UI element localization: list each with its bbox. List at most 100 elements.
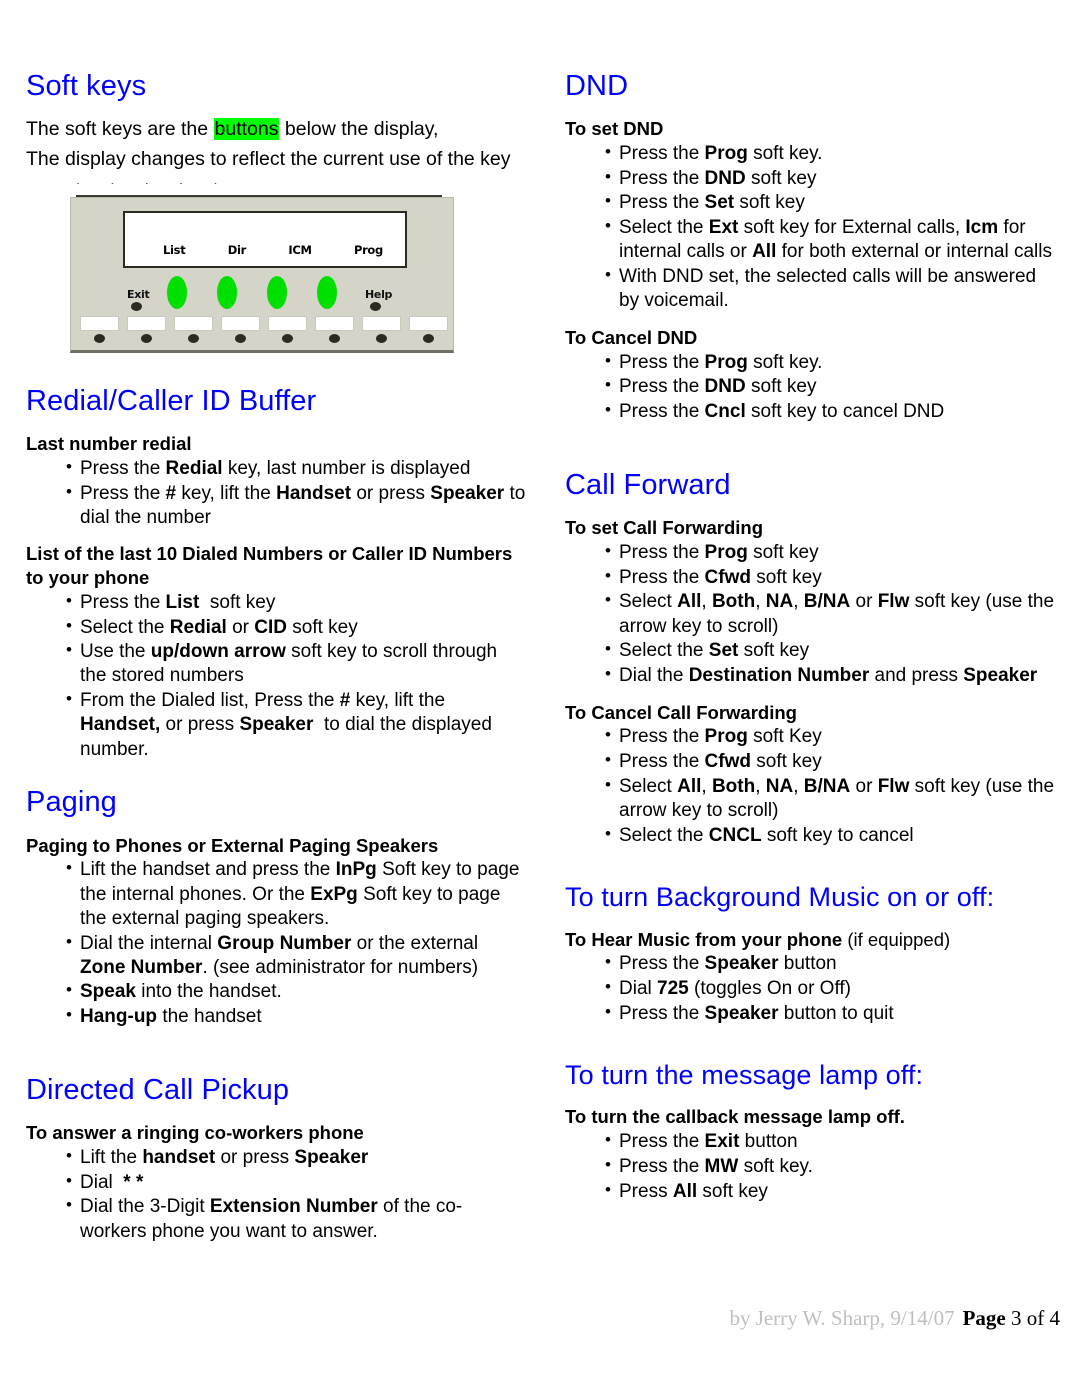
list-item: Press the Speaker button to quit bbox=[605, 1001, 1061, 1026]
section-redial-caller-id: Redial/Caller ID Buffer Last number redi… bbox=[26, 385, 526, 762]
list-cancel-call-forwarding: Press the Prog soft KeyPress the Cfwd so… bbox=[565, 724, 1061, 848]
phone-bottom-key-8 bbox=[409, 315, 448, 331]
list-item: Press the Cfwd soft key bbox=[605, 565, 1061, 590]
phone-green-softkey-1 bbox=[167, 275, 187, 309]
list-dialed-numbers: Press the List soft keySelect the Redial… bbox=[26, 590, 526, 762]
phone-bottom-key-5 bbox=[268, 315, 307, 331]
phone-bottom-led-1 bbox=[94, 333, 105, 343]
phone-help-led bbox=[370, 301, 381, 311]
list-background-music: Press the Speaker buttonDial 725 (toggle… bbox=[565, 951, 1061, 1026]
list-item: Dial the 3-Digit Extension Number of the… bbox=[66, 1194, 526, 1243]
list-item: Hang-up the handset bbox=[66, 1004, 526, 1029]
phone-green-softkey-2 bbox=[217, 275, 237, 309]
phone-display-softkey-labels: List Dir ICM Prog bbox=[163, 243, 383, 257]
phone-body: List Dir ICM Prog Exit Help bbox=[70, 196, 454, 353]
list-item: Press the Cncl soft key to cancel DND bbox=[605, 399, 1061, 424]
list-item: Dial the Destination Number and press Sp… bbox=[605, 663, 1061, 688]
soft-keys-text-before: The soft keys are the bbox=[26, 118, 214, 141]
list-item: Press the Cfwd soft key bbox=[605, 749, 1061, 774]
soft-keys-text-after: below the display, bbox=[279, 118, 439, 141]
page-footer: by Jerry W. Sharp, 9/14/07 Page 3 of 4 bbox=[0, 1306, 1060, 1331]
section-message-lamp: To turn the message lamp off: To turn th… bbox=[565, 1060, 1061, 1203]
phone-bottom-key-4 bbox=[221, 315, 260, 331]
section-call-forward: Call Forward To set Call Forwarding Pres… bbox=[565, 469, 1061, 848]
subheading-hear-music: To Hear Music from your phone (if equipp… bbox=[565, 928, 1061, 952]
list-item: With DND set, the selected calls will be… bbox=[605, 264, 1061, 313]
phone-bottom-key-6 bbox=[315, 315, 354, 331]
list-item: Select All, Both, NA, B/NA or Flw soft k… bbox=[605, 774, 1061, 823]
left-column: Soft keys The soft keys are the buttons … bbox=[26, 70, 526, 1244]
soft-keys-paragraph-line2: The display changes to reflect the curre… bbox=[26, 148, 511, 171]
section-background-music: To turn Background Music on or off: To H… bbox=[565, 882, 1061, 1025]
hear-music-bold-text: To Hear Music from your phone bbox=[565, 928, 843, 950]
section-directed-call-pickup: Directed Call Pickup To answer a ringing… bbox=[26, 1074, 526, 1244]
hear-music-regular-text: (if equipped) bbox=[842, 928, 951, 950]
phone-bottom-led-7 bbox=[376, 333, 387, 343]
list-item: Dial 725 (toggles On or Off) bbox=[605, 976, 1061, 1001]
list-item: Use the up/down arrow soft key to scroll… bbox=[66, 639, 526, 688]
highlighted-buttons-word: buttons bbox=[213, 118, 280, 141]
subheading-to-set-dnd: To set DND bbox=[565, 118, 664, 140]
list-item: Select the CNCL soft key to cancel bbox=[605, 823, 1061, 848]
section-title-paging: Paging bbox=[26, 786, 117, 819]
display-label-dir: Dir bbox=[227, 242, 247, 257]
list-message-lamp: Press the Exit buttonPress the MW soft k… bbox=[565, 1129, 1061, 1204]
subheading-to-cancel-call-forwarding: To Cancel Call Forwarding bbox=[565, 701, 797, 723]
phone-bottom-key-2 bbox=[127, 315, 166, 331]
list-item: Select the Ext soft key for External cal… bbox=[605, 215, 1061, 264]
display-label-list: List bbox=[163, 242, 186, 257]
subheading-to-set-call-forwarding: To set Call Forwarding bbox=[565, 517, 764, 539]
list-item: Speak into the handset. bbox=[66, 979, 526, 1004]
phone-bottom-led-4 bbox=[235, 333, 246, 343]
list-item: Press the Prog soft key. bbox=[605, 350, 1061, 375]
phone-help-label: Help bbox=[365, 287, 393, 301]
list-item: From the Dialed list, Press the # key, l… bbox=[66, 688, 526, 762]
section-dnd: DND To set DND Press the Prog soft key.P… bbox=[565, 70, 1061, 424]
subheading-paging-speakers: Paging to Phones or External Paging Spea… bbox=[26, 834, 439, 856]
list-item: Press the Prog soft key bbox=[605, 540, 1061, 565]
list-set-dnd: Press the Prog soft key.Press the DND so… bbox=[565, 141, 1061, 314]
list-item: Press the Redial key, last number is dis… bbox=[66, 456, 526, 481]
subheading-answer-coworker-phone: To answer a ringing co-workers phone bbox=[26, 1122, 364, 1144]
list-item: Press the # key, lift the Handset or pre… bbox=[66, 481, 526, 530]
section-title-soft-keys: Soft keys bbox=[26, 70, 147, 102]
list-item: Press All soft key bbox=[605, 1178, 1061, 1204]
phone-bottom-led-2 bbox=[141, 333, 152, 343]
list-item: Select the Set soft key bbox=[605, 638, 1061, 663]
subheading-last-number-redial: Last number redial bbox=[26, 433, 192, 455]
phone-exit-label: Exit bbox=[127, 287, 150, 301]
phone-green-softkey-4 bbox=[317, 275, 337, 309]
list-item: Select All, Both, NA, B/NA or Flw soft k… bbox=[605, 589, 1061, 638]
list-item: Press the Prog soft Key bbox=[605, 724, 1061, 749]
subheading-callback-message-lamp: To turn the callback message lamp off. bbox=[565, 1106, 905, 1128]
list-item: Press the Set soft key bbox=[605, 190, 1061, 215]
phone-bottom-led-3 bbox=[188, 333, 199, 343]
phone-bottom-button-row bbox=[80, 315, 448, 348]
display-label-prog: Prog bbox=[353, 242, 383, 257]
phone-ghost-text: . . . . . bbox=[76, 183, 231, 188]
phone-green-softkey-3 bbox=[267, 275, 287, 309]
section-title-message-lamp: To turn the message lamp off: bbox=[565, 1060, 924, 1091]
phone-bottom-key-1 bbox=[80, 315, 119, 331]
list-item: Press the Prog soft key. bbox=[605, 141, 1061, 166]
footer-page-value: 3 of 4 bbox=[1005, 1306, 1060, 1330]
list-item: Select the Redial or CID soft key bbox=[66, 615, 526, 640]
list-item: Press the List soft key bbox=[66, 590, 526, 615]
phone-bottom-led-6 bbox=[329, 333, 340, 343]
list-item: Dial * * bbox=[66, 1170, 526, 1195]
list-item: Press the Speaker button bbox=[605, 951, 1061, 976]
list-item: Press the DND soft key bbox=[605, 166, 1061, 191]
section-title-directed-call-pickup: Directed Call Pickup bbox=[26, 1073, 290, 1106]
subheading-to-cancel-dnd: To Cancel DND bbox=[565, 327, 698, 349]
section-title-redial: Redial/Caller ID Buffer bbox=[26, 384, 317, 417]
right-column: DND To set DND Press the Prog soft key.P… bbox=[565, 70, 1061, 1204]
